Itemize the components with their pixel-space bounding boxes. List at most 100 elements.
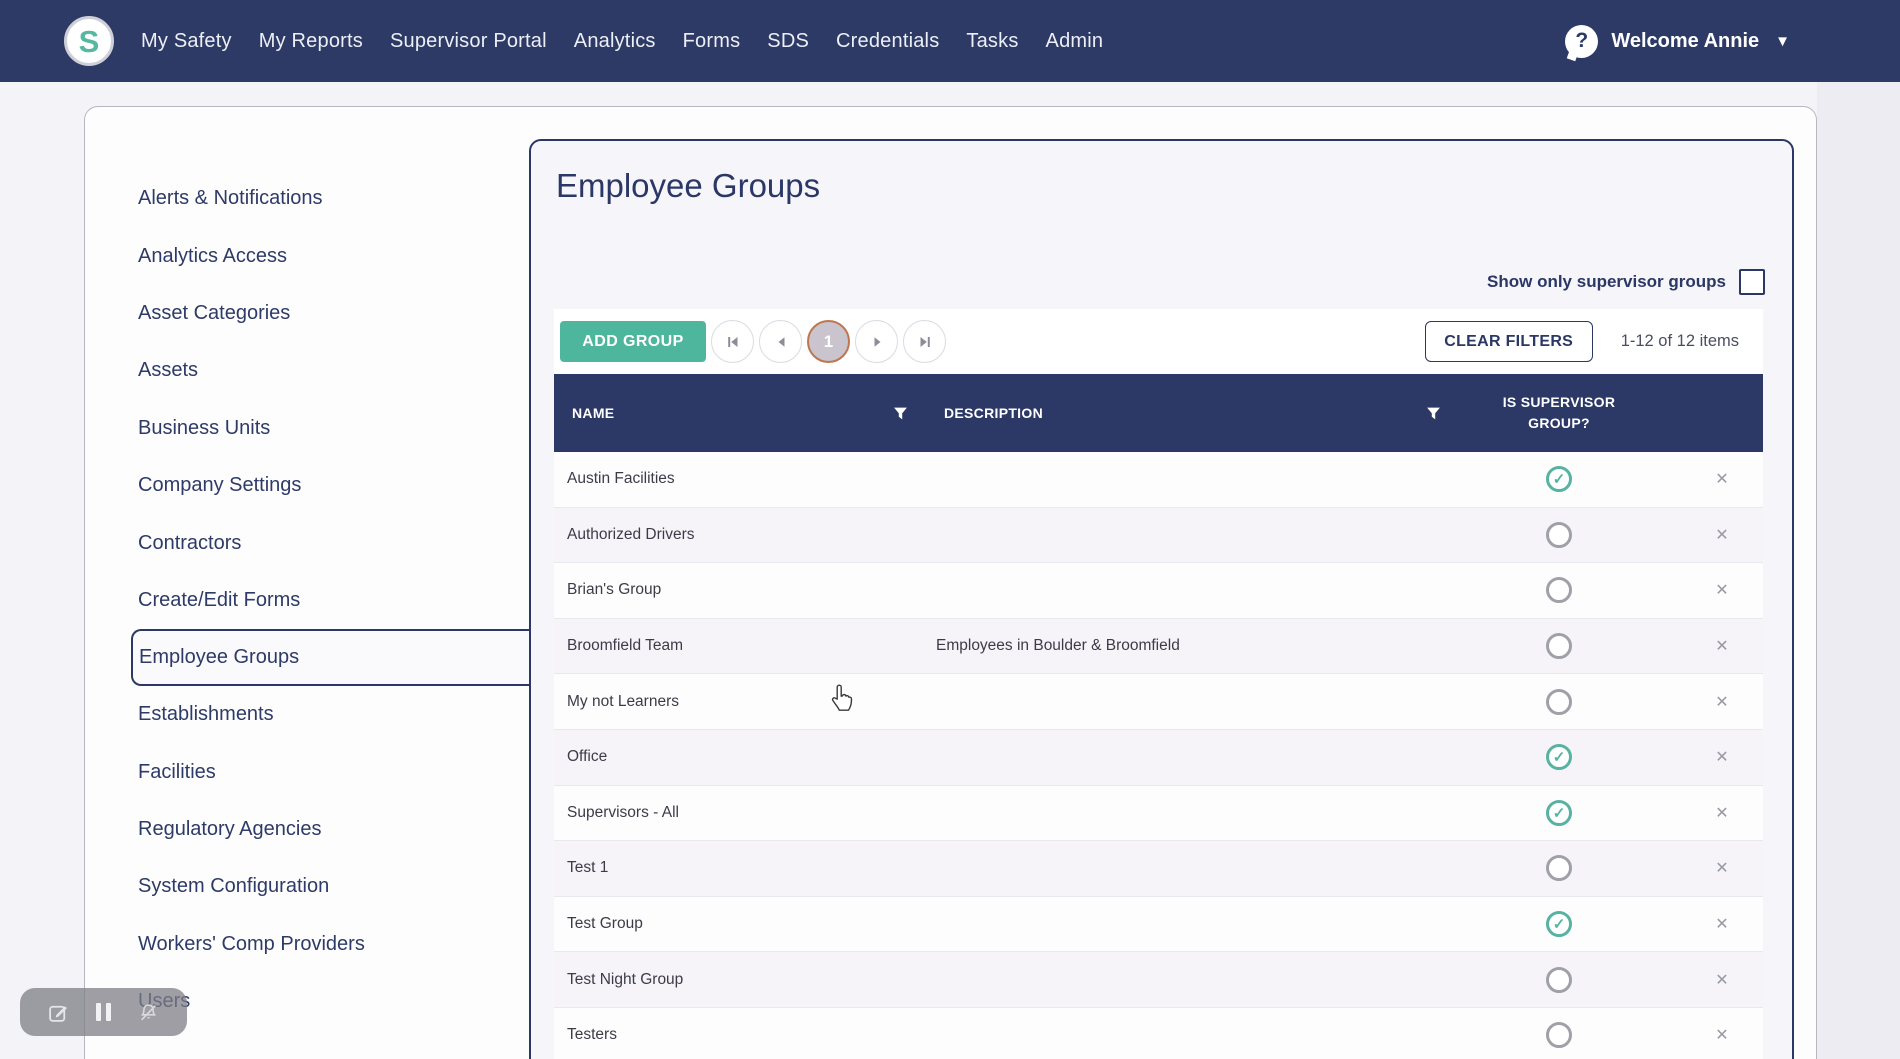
previous-icon xyxy=(774,335,788,349)
supervisor-indicator xyxy=(1546,855,1572,881)
last-page-button[interactable] xyxy=(903,320,946,363)
nav-item-supervisor-portal[interactable]: Supervisor Portal xyxy=(390,30,547,53)
sidebar-item-establishments[interactable]: Establishments xyxy=(85,686,531,743)
pause-icon[interactable] xyxy=(96,1003,111,1021)
nav-item-sds[interactable]: SDS xyxy=(767,30,809,53)
table-row[interactable]: Authorized Drivers ✕ xyxy=(554,508,1763,564)
supervisor-indicator xyxy=(1546,577,1572,603)
table-row[interactable]: My not Learners ✕ xyxy=(554,674,1763,730)
sidebar-item-alerts-notifications[interactable]: Alerts & Notifications xyxy=(85,170,531,227)
filter-icon[interactable] xyxy=(893,406,908,421)
sidebar-item-workers-comp-providers[interactable]: Workers' Comp Providers xyxy=(85,916,531,973)
filter-icon[interactable] xyxy=(1426,406,1441,421)
group-name: Brian's Group xyxy=(554,581,914,599)
supervisor-indicator xyxy=(1546,967,1572,993)
supervisor-status-cell xyxy=(1449,577,1669,603)
add-group-button[interactable]: ADD GROUP xyxy=(560,321,706,362)
previous-page-button[interactable] xyxy=(759,320,802,363)
sidebar-item-asset-categories[interactable]: Asset Categories xyxy=(85,285,531,342)
delete-group-button[interactable]: ✕ xyxy=(1715,914,1728,934)
table-row[interactable]: Testers ✕ xyxy=(554,1008,1763,1059)
delete-group-button[interactable]: ✕ xyxy=(1715,525,1728,545)
top-navbar: S My Safety My Reports Supervisor Portal… xyxy=(0,0,1900,82)
nav-item-forms[interactable]: Forms xyxy=(683,30,741,53)
delete-group-button[interactable]: ✕ xyxy=(1715,692,1728,712)
sidebar-item-facilities[interactable]: Facilities xyxy=(85,744,531,801)
delete-cell: ✕ xyxy=(1669,1025,1763,1045)
edit-icon[interactable] xyxy=(48,1002,69,1023)
delete-cell: ✕ xyxy=(1669,580,1763,600)
nav-menu: My Safety My Reports Supervisor Portal A… xyxy=(141,30,1103,53)
supervisor-status-cell xyxy=(1449,1022,1669,1048)
supervisor-indicator xyxy=(1546,522,1572,548)
group-description: Employees in Boulder & Broomfield xyxy=(914,637,1449,655)
table-row[interactable]: Supervisors - All ✓ ✕ xyxy=(554,786,1763,842)
table-body: Austin Facilities ✓ ✕ Authorized Drivers… xyxy=(554,452,1763,1059)
first-page-button[interactable] xyxy=(711,320,754,363)
nav-item-analytics[interactable]: Analytics xyxy=(574,30,656,53)
column-is-supervisor-group: IS SUPERVISOR GROUP? xyxy=(1449,392,1669,434)
help-icon[interactable]: ? xyxy=(1565,25,1598,58)
supervisor-status-cell xyxy=(1449,689,1669,715)
next-page-button[interactable] xyxy=(855,320,898,363)
chevron-down-icon[interactable]: ▼ xyxy=(1775,33,1790,50)
column-description: DESCRIPTION xyxy=(944,405,1043,421)
sidebar-item-company-settings[interactable]: Company Settings xyxy=(85,457,531,514)
delete-group-button[interactable]: ✕ xyxy=(1715,1025,1728,1045)
delete-cell: ✕ xyxy=(1669,525,1763,545)
table-row[interactable]: Office ✓ ✕ xyxy=(554,730,1763,786)
delete-cell: ✕ xyxy=(1669,970,1763,990)
delete-group-button[interactable]: ✕ xyxy=(1715,636,1728,656)
delete-group-button[interactable]: ✕ xyxy=(1715,580,1728,600)
sidebar-item-assets[interactable]: Assets xyxy=(85,342,531,399)
page-right-gutter xyxy=(1817,82,1900,1059)
table-row[interactable]: Test Night Group ✕ xyxy=(554,952,1763,1008)
sidebar-item-business-units[interactable]: Business Units xyxy=(85,400,531,457)
clear-filters-button[interactable]: CLEAR FILTERS xyxy=(1425,321,1593,362)
nav-item-tasks[interactable]: Tasks xyxy=(966,30,1018,53)
table-row[interactable]: Brian's Group ✕ xyxy=(554,563,1763,619)
supervisor-filter: Show only supervisor groups xyxy=(1487,269,1765,295)
delete-cell: ✕ xyxy=(1669,803,1763,823)
table-row[interactable]: Broomfield Team Employees in Boulder & B… xyxy=(554,619,1763,675)
table-header: NAME DESCRIPTION IS SUPERVISOR GROUP? xyxy=(554,374,1763,452)
items-count: 1-12 of 12 items xyxy=(1593,332,1763,351)
check-icon: ✓ xyxy=(1553,748,1566,766)
supervisor-filter-checkbox[interactable] xyxy=(1739,269,1765,295)
delete-group-button[interactable]: ✕ xyxy=(1715,469,1728,489)
nav-item-admin[interactable]: Admin xyxy=(1046,30,1104,53)
nav-item-my-reports[interactable]: My Reports xyxy=(259,30,363,53)
group-name: Austin Facilities xyxy=(554,470,914,488)
welcome-user[interactable]: Welcome Annie xyxy=(1611,30,1759,53)
supervisor-status-cell xyxy=(1449,967,1669,993)
delete-group-button[interactable]: ✕ xyxy=(1715,747,1728,767)
employee-groups-panel: Employee Groups Show only supervisor gro… xyxy=(529,139,1794,1059)
sidebar-item-contractors[interactable]: Contractors xyxy=(85,514,531,571)
delete-group-button[interactable]: ✕ xyxy=(1715,858,1728,878)
table-toolbar: ADD GROUP 1 xyxy=(554,309,1763,374)
delete-group-button[interactable]: ✕ xyxy=(1715,803,1728,823)
nav-item-credentials[interactable]: Credentials xyxy=(836,30,939,53)
group-name: Test Night Group xyxy=(554,971,914,989)
delete-cell: ✕ xyxy=(1669,747,1763,767)
sidebar-item-analytics-access[interactable]: Analytics Access xyxy=(85,227,531,284)
table-row[interactable]: Test 1 ✕ xyxy=(554,841,1763,897)
admin-sidebar: Alerts & Notifications Analytics Access … xyxy=(85,170,531,1030)
sidebar-item-system-configuration[interactable]: System Configuration xyxy=(85,858,531,915)
supervisor-status-cell xyxy=(1449,633,1669,659)
sidebar-item-create-edit-forms[interactable]: Create/Edit Forms xyxy=(85,572,531,629)
check-icon: ✓ xyxy=(1553,915,1566,933)
sidebar-item-regulatory-agencies[interactable]: Regulatory Agencies xyxy=(85,801,531,858)
supervisor-indicator xyxy=(1546,1022,1572,1048)
notifications-off-icon[interactable] xyxy=(138,1002,159,1023)
table-row[interactable]: Test Group ✓ ✕ xyxy=(554,897,1763,953)
supervisor-status-cell: ✓ xyxy=(1449,800,1669,826)
nav-item-my-safety[interactable]: My Safety xyxy=(141,30,232,53)
delete-group-button[interactable]: ✕ xyxy=(1715,970,1728,990)
app-logo[interactable]: S xyxy=(64,16,114,66)
current-page-button[interactable]: 1 xyxy=(807,320,850,363)
check-icon: ✓ xyxy=(1553,470,1566,488)
sidebar-item-employee-groups[interactable]: Employee Groups xyxy=(131,629,533,686)
table-row[interactable]: Austin Facilities ✓ ✕ xyxy=(554,452,1763,508)
supervisor-indicator xyxy=(1546,633,1572,659)
